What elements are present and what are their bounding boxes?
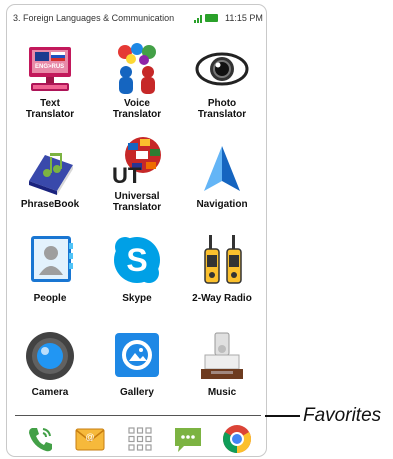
voice-translator-icon (110, 42, 164, 96)
universal-translator-badge: UT (112, 163, 142, 188)
app-phrasebook[interactable]: PhraseBook (7, 143, 93, 210)
battery-icon (205, 14, 218, 22)
signal-icon (194, 15, 202, 23)
app-label: Text Translator (25, 98, 75, 120)
camera-icon (23, 329, 77, 383)
app-text-translator[interactable]: ENG>RUS Text Translator (7, 42, 93, 120)
app-label: Photo Translator (197, 98, 247, 120)
app-photo-translator[interactable]: Photo Translator (179, 42, 265, 120)
messaging-icon[interactable] (172, 423, 204, 455)
two-way-radio-icon (195, 233, 249, 287)
chrome-icon[interactable] (221, 423, 253, 455)
app-gallery[interactable]: Gallery (94, 329, 180, 398)
app-two-way-radio[interactable]: 2-Way Radio (179, 233, 265, 304)
navigation-icon (195, 143, 249, 197)
phone-screen: 3. Foreign Languages & Communication 11:… (6, 4, 267, 457)
svg-text:S: S (126, 242, 147, 278)
app-label: PhraseBook (20, 199, 80, 210)
status-time: 11:15 PM (225, 13, 263, 23)
email-icon[interactable]: @ (74, 423, 106, 455)
app-skype[interactable]: S Skype (94, 233, 180, 304)
favorites-dock: @ (7, 417, 266, 456)
app-label: Gallery (120, 387, 154, 398)
app-label: Skype (122, 293, 152, 304)
status-bar: 3. Foreign Languages & Communication 11:… (7, 5, 266, 31)
phrasebook-icon (23, 143, 77, 197)
app-label: Voice Translator (112, 98, 162, 120)
screen-title: 3. Foreign Languages & Communication (13, 13, 175, 23)
app-universal-translator[interactable]: UT Universal Translator (94, 135, 180, 213)
app-voice-translator[interactable]: Voice Translator (94, 42, 180, 120)
app-label: Camera (31, 387, 69, 398)
app-label: 2-Way Radio (192, 293, 252, 304)
photo-translator-icon (195, 42, 249, 96)
svg-text:@: @ (85, 432, 94, 442)
universal-translator-icon: UT (110, 135, 164, 189)
gallery-icon (110, 329, 164, 383)
skype-icon: S (110, 233, 164, 287)
favorites-callout: Favorites (303, 405, 382, 426)
app-navigation[interactable]: Navigation (179, 143, 265, 210)
callout-leader-line (265, 415, 300, 417)
app-label: People (33, 293, 67, 304)
app-label: Navigation (196, 199, 248, 210)
app-label: Music (207, 387, 237, 398)
app-label: Universal Translator (112, 191, 162, 213)
people-icon (23, 233, 77, 287)
text-translator-icon: ENG>RUS (23, 42, 77, 96)
dock-divider (15, 415, 261, 416)
app-music[interactable]: Music (179, 329, 265, 398)
app-camera[interactable]: Camera (7, 329, 93, 398)
text-translator-badge: ENG>RUS (35, 64, 65, 70)
app-people[interactable]: People (7, 233, 93, 304)
app-drawer-icon[interactable] (124, 423, 156, 455)
music-icon (195, 329, 249, 383)
phone-icon[interactable] (24, 423, 56, 455)
